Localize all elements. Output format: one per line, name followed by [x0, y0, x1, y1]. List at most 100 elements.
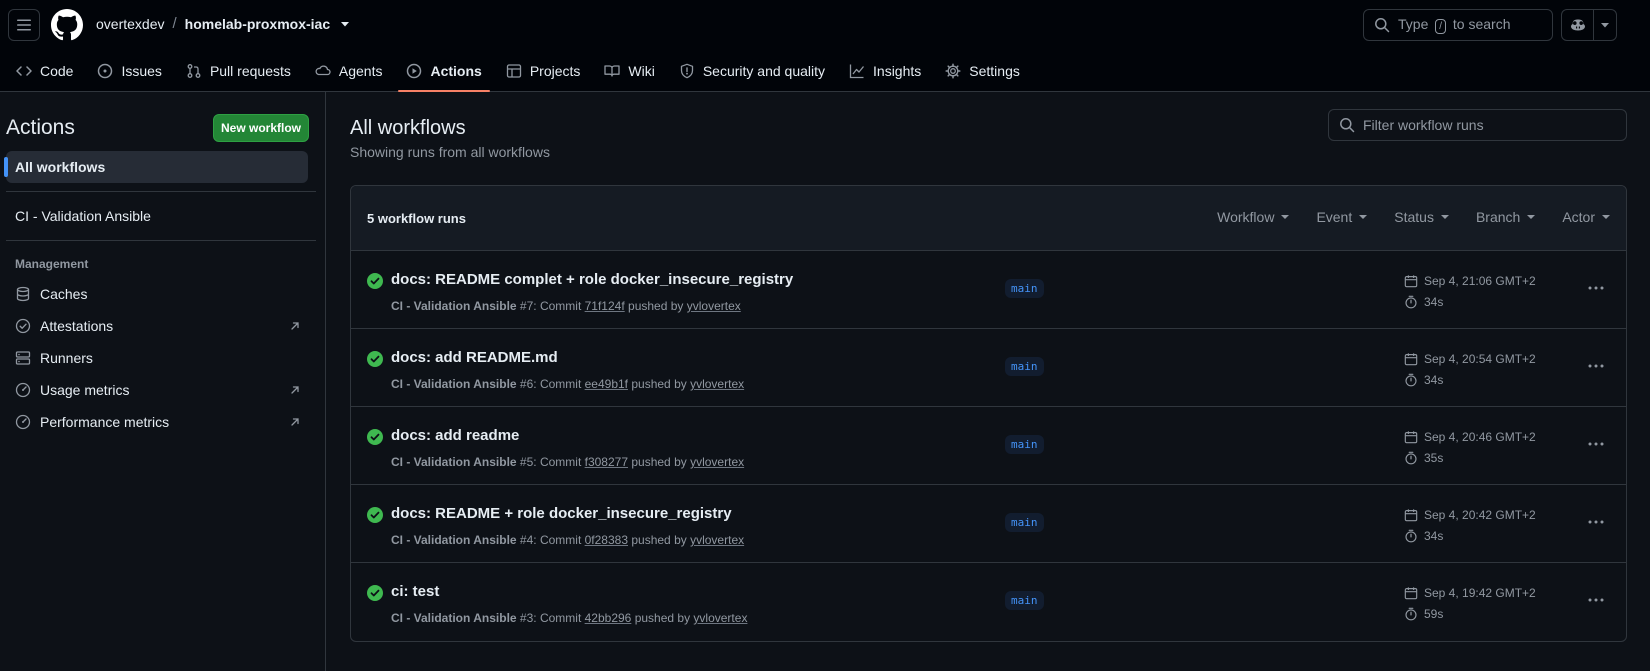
- filter-status-dropdown[interactable]: Status: [1394, 209, 1449, 225]
- branch-label[interactable]: main: [1005, 357, 1044, 376]
- sidebar-item-caches[interactable]: Caches: [15, 282, 301, 306]
- calendar-icon: [1404, 353, 1418, 366]
- copilot-icon: [1570, 19, 1585, 31]
- runs-count: 5 workflow runs: [367, 211, 466, 226]
- kebab-horizontal-icon[interactable]: [1587, 357, 1605, 375]
- search-placeholder: Type / to search: [1398, 16, 1511, 34]
- meter-icon: [15, 414, 31, 430]
- book-icon: [604, 65, 621, 77]
- branch-label[interactable]: main: [1005, 591, 1044, 610]
- breadcrumb-repo[interactable]: homelab-proxmox-iac: [185, 16, 330, 32]
- breadcrumb-separator: /: [172, 15, 177, 32]
- run-date: Sep 4, 19:42 GMT+2: [1404, 586, 1536, 600]
- workflow-run-row[interactable]: ci: test CI - Validation Ansible #3: Com…: [351, 563, 1626, 641]
- filter-workflow-runs-input[interactable]: Filter workflow runs: [1328, 109, 1627, 141]
- sidebar-item-all-workflows[interactable]: All workflows: [4, 151, 308, 183]
- workflow-run-row[interactable]: docs: add README.md CI - Validation Ansi…: [351, 329, 1626, 407]
- branch-label[interactable]: main: [1005, 513, 1044, 532]
- stopwatch-icon: [1405, 607, 1417, 621]
- kebab-horizontal-icon[interactable]: [1587, 279, 1605, 297]
- commit-link[interactable]: 0f28383: [585, 533, 628, 547]
- new-workflow-button[interactable]: New workflow: [213, 114, 309, 142]
- branch-label[interactable]: main: [1005, 279, 1044, 298]
- filter-workflow-dropdown[interactable]: Workflow: [1217, 209, 1290, 225]
- sidebar-title: Actions: [6, 116, 75, 139]
- run-duration: 34s: [1404, 529, 1443, 543]
- link-external-icon: [291, 418, 299, 426]
- tab-settings[interactable]: Settings: [937, 50, 1028, 92]
- sidebar-item-usage-metrics[interactable]: Usage metrics: [15, 378, 301, 402]
- tab-actions[interactable]: Actions: [398, 50, 491, 92]
- user-link[interactable]: yvlovertex: [690, 455, 744, 469]
- workflow-run-row[interactable]: docs: README complet + role docker_insec…: [351, 251, 1626, 329]
- link-external-icon: [291, 386, 299, 394]
- shield-icon: [680, 63, 693, 79]
- sidebar-item-attestations[interactable]: Attestations: [15, 314, 301, 338]
- commit-link[interactable]: ee49b1f: [585, 377, 628, 391]
- copilot-button-group[interactable]: [1561, 9, 1617, 41]
- tab-wiki[interactable]: Wiki: [596, 50, 662, 92]
- github-logo-icon[interactable]: [51, 9, 83, 41]
- branch-label[interactable]: main: [1005, 435, 1044, 454]
- tab-issues[interactable]: Issues: [89, 50, 169, 92]
- menu-button[interactable]: [8, 9, 40, 41]
- stopwatch-icon: [1405, 529, 1417, 543]
- check-circle-fill-icon: [367, 585, 383, 601]
- kebab-horizontal-icon[interactable]: [1587, 435, 1605, 453]
- gear-icon: [945, 63, 961, 79]
- workflow-run-row[interactable]: docs: README + role docker_insecure_regi…: [351, 485, 1626, 563]
- tab-code[interactable]: Code: [8, 50, 81, 92]
- user-link[interactable]: yvlovertex: [693, 611, 747, 625]
- sidebar-item-ci-validation-ansible[interactable]: CI - Validation Ansible: [15, 208, 151, 224]
- caret-down-icon: [1359, 215, 1368, 219]
- run-duration: 34s: [1404, 373, 1443, 387]
- tab-agents[interactable]: Agents: [307, 50, 391, 92]
- filter-event-dropdown[interactable]: Event: [1316, 209, 1368, 225]
- tab-projects[interactable]: Projects: [498, 50, 589, 92]
- tab-pull-requests[interactable]: Pull requests: [178, 50, 299, 92]
- run-title[interactable]: docs: add readme: [391, 427, 519, 444]
- chevron-down-icon[interactable]: [340, 19, 350, 29]
- commit-link[interactable]: f308277: [585, 455, 628, 469]
- global-search[interactable]: Type / to search: [1363, 9, 1553, 41]
- caret-down-icon: [1602, 215, 1610, 219]
- user-link[interactable]: yvlovertex: [690, 533, 744, 547]
- copilot-button[interactable]: [1562, 10, 1594, 40]
- kebab-horizontal-icon[interactable]: [1587, 591, 1605, 609]
- user-link[interactable]: yvlovertex: [690, 377, 744, 391]
- search-icon: [1375, 18, 1390, 33]
- breadcrumb-owner[interactable]: overtexdev: [96, 16, 164, 32]
- graph-icon: [849, 64, 865, 79]
- sidebar-item-runners[interactable]: Runners: [15, 346, 301, 370]
- filter-placeholder: Filter workflow runs: [1363, 117, 1484, 133]
- commit-link[interactable]: 42bb296: [585, 611, 632, 625]
- tab-insights[interactable]: Insights: [841, 50, 929, 92]
- issue-opened-icon: [98, 63, 113, 79]
- run-duration: 59s: [1404, 607, 1443, 621]
- run-title[interactable]: docs: add README.md: [391, 349, 558, 366]
- caret-down-icon: [1440, 215, 1449, 219]
- copilot-menu-button[interactable]: [1594, 20, 1616, 30]
- filter-actor-dropdown[interactable]: Actor: [1562, 209, 1610, 225]
- user-link[interactable]: yvlovertex: [687, 299, 741, 313]
- agent-icon: [315, 65, 331, 76]
- page-subtitle: Showing runs from all workflows: [350, 144, 550, 160]
- run-meta: CI - Validation Ansible #6: Commit ee49b…: [391, 377, 745, 391]
- run-duration: 34s: [1404, 295, 1443, 309]
- table-icon: [506, 64, 521, 78]
- stopwatch-icon: [1405, 295, 1417, 309]
- hamburger-icon: [17, 19, 31, 31]
- sidebar-item-performance-metrics[interactable]: Performance metrics: [15, 410, 301, 434]
- run-date: Sep 4, 21:06 GMT+2: [1404, 274, 1536, 288]
- check-circle-fill-icon: [367, 429, 383, 445]
- run-title[interactable]: docs: README + role docker_insecure_regi…: [391, 505, 732, 522]
- global-header: overtexdev / homelab-proxmox-iac Type / …: [0, 0, 1650, 92]
- commit-link[interactable]: 71f124f: [585, 299, 625, 313]
- run-title[interactable]: ci: test: [391, 583, 439, 600]
- kebab-horizontal-icon[interactable]: [1587, 513, 1605, 531]
- run-title[interactable]: docs: README complet + role docker_insec…: [391, 271, 793, 288]
- filter-branch-dropdown[interactable]: Branch: [1476, 209, 1536, 225]
- workflow-run-row[interactable]: docs: add readme CI - Validation Ansible…: [351, 407, 1626, 485]
- tab-security[interactable]: Security and quality: [671, 50, 833, 92]
- sidebar-divider: [6, 191, 316, 192]
